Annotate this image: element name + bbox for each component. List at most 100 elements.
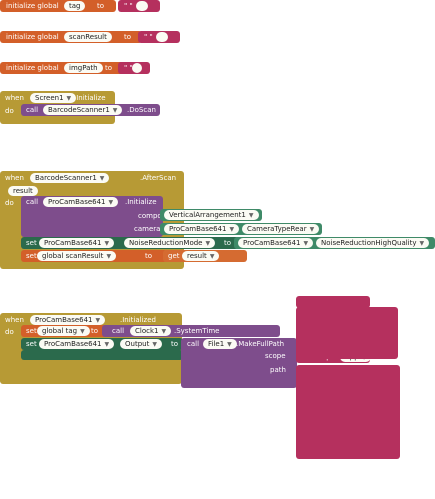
set-label: set bbox=[26, 340, 37, 348]
do-label: do bbox=[5, 199, 14, 207]
chevron-down-icon: ▼ bbox=[108, 199, 114, 206]
chevron-down-icon: ▼ bbox=[99, 175, 105, 182]
chevron-down-icon: ▼ bbox=[161, 328, 167, 335]
call-initialize-block[interactable]: call ProCamBase641 ▼ .Initialize componen… bbox=[21, 196, 178, 237]
set-noise-reduction-block[interactable]: set ProCamBase641 ▼ NoiseReductionMode ▼ t… bbox=[21, 237, 239, 249]
chevron-down-icon: ▼ bbox=[66, 95, 72, 102]
chevron-down-icon: ▼ bbox=[80, 328, 85, 335]
event-name: .Initialize bbox=[74, 94, 106, 102]
call-label: call bbox=[112, 327, 125, 335]
property-dropdown[interactable]: NoiseReductionHighQuality ▼ bbox=[316, 238, 430, 248]
variable-dropdown[interactable]: result ▼ bbox=[182, 251, 220, 261]
do-label: do bbox=[5, 328, 14, 336]
set-output-block[interactable]: set ProCamBase641 ▼ Output ▼ to bbox=[21, 338, 183, 350]
text-value: " " bbox=[144, 33, 153, 41]
global-name-field[interactable]: imgPath bbox=[64, 63, 103, 73]
component-dropdown[interactable]: Clock1 ▼ bbox=[130, 326, 172, 336]
method-name: .Initialize bbox=[125, 198, 157, 206]
text-input[interactable] bbox=[132, 63, 142, 73]
call-systemtime-block[interactable]: call Clock1 ▼ .SystemTime bbox=[102, 325, 280, 337]
chevron-down-icon: ▼ bbox=[229, 226, 235, 233]
property-dropdown[interactable]: Output ▼ bbox=[120, 339, 162, 349]
camera-type-block[interactable]: ProCamBase641 ▼ CameraTypeRear ▼ bbox=[160, 223, 322, 235]
global-init-imgpath-block[interactable]: initialize global imgPath to bbox=[0, 62, 124, 74]
call-makefullpath-block[interactable]: call File1 ▼ .MakeFullPath scope path bbox=[181, 338, 297, 388]
chevron-down-icon: ▼ bbox=[303, 240, 309, 247]
chevron-down-icon: ▼ bbox=[419, 240, 425, 247]
to-label: to bbox=[105, 64, 113, 72]
set-label: set bbox=[26, 252, 37, 260]
chevron-down-icon: ▼ bbox=[152, 341, 157, 348]
global-init-tag-block[interactable]: initialize global tag to bbox=[0, 0, 116, 12]
component-dropdown[interactable]: ProCamBase641 ▼ bbox=[43, 197, 119, 207]
event-name: .Initialized bbox=[120, 316, 156, 324]
set-label: set bbox=[26, 239, 37, 247]
arg-label: path bbox=[270, 366, 286, 374]
get-label: get bbox=[168, 252, 180, 260]
call-label: call bbox=[26, 106, 39, 114]
to-label: to bbox=[171, 340, 179, 348]
component-dropdown[interactable]: VerticalArrangement1 ▼ bbox=[164, 210, 259, 220]
empty-text-block[interactable]: " " bbox=[138, 31, 180, 43]
when-label: when bbox=[5, 316, 24, 324]
global-name-field[interactable]: tag bbox=[64, 1, 86, 11]
global-name-field[interactable]: scanResult bbox=[64, 32, 112, 42]
component-dropdown[interactable]: ProCamBase641 ▼ bbox=[238, 238, 314, 248]
event-name: .AfterScan bbox=[140, 174, 177, 182]
chevron-down-icon: ▼ bbox=[106, 253, 112, 260]
to-label: to bbox=[91, 327, 99, 335]
method-name: .MakeFullPath bbox=[236, 340, 285, 348]
to-label: to bbox=[124, 33, 132, 41]
chevron-down-icon: ▼ bbox=[104, 341, 110, 348]
component-dropdown[interactable]: Screen1 ▼ bbox=[30, 93, 77, 103]
global-init-label: initialize global bbox=[6, 2, 59, 10]
to-label: to bbox=[224, 239, 232, 247]
component-dropdown[interactable]: ProCamBase641 ▼ bbox=[30, 315, 106, 325]
text-value: " " bbox=[124, 2, 133, 10]
text-input[interactable] bbox=[136, 1, 148, 11]
chevron-down-icon: ▼ bbox=[112, 107, 118, 114]
to-label: to bbox=[145, 252, 153, 260]
method-name: .DoScan bbox=[127, 106, 156, 114]
component-value-block[interactable]: VerticalArrangement1 ▼ bbox=[160, 209, 262, 221]
set-output-body bbox=[21, 350, 183, 360]
join-text-block[interactable] bbox=[296, 307, 398, 359]
do-label: do bbox=[5, 107, 14, 115]
component-dropdown[interactable]: ProCamBase641 ▼ bbox=[39, 339, 115, 349]
method-name: .SystemTime bbox=[174, 327, 220, 335]
chevron-down-icon: ▼ bbox=[95, 317, 101, 324]
call-label: call bbox=[26, 198, 39, 206]
component-dropdown[interactable]: BarcodeScanner1 ▼ bbox=[43, 105, 123, 115]
to-label: to bbox=[97, 2, 105, 10]
get-result-block[interactable]: get result ▼ bbox=[163, 250, 247, 262]
component-dropdown[interactable]: File1 ▼ bbox=[203, 339, 237, 349]
chevron-down-icon: ▼ bbox=[248, 212, 254, 219]
variable-dropdown[interactable]: global scanResult ▼ bbox=[37, 251, 117, 261]
when-label: when bbox=[5, 174, 24, 182]
chevron-down-icon: ▼ bbox=[227, 341, 232, 348]
component-dropdown[interactable]: ProCamBase641 ▼ bbox=[39, 238, 115, 248]
arg-label: scope bbox=[265, 352, 286, 360]
call-label: call bbox=[187, 340, 200, 348]
set-global-scanresult-block[interactable]: set global scanResult ▼ to bbox=[21, 250, 167, 262]
global-init-label: initialize global bbox=[6, 64, 59, 72]
component-dropdown[interactable]: ProCamBase641 ▼ bbox=[164, 224, 240, 234]
chevron-down-icon: ▼ bbox=[205, 240, 211, 247]
text-input[interactable] bbox=[156, 32, 168, 42]
when-label: when bbox=[5, 94, 24, 102]
noise-reduction-value-block[interactable]: ProCamBase641 ▼ NoiseReductionHighQuality… bbox=[234, 237, 435, 249]
property-dropdown[interactable]: NoiseReductionMode ▼ bbox=[124, 238, 216, 248]
empty-text-block[interactable]: " " bbox=[118, 62, 150, 74]
event-param[interactable]: result bbox=[8, 186, 38, 196]
global-init-label: initialize global bbox=[6, 33, 59, 41]
empty-text-block[interactable]: " " bbox=[118, 0, 160, 12]
property-dropdown[interactable]: CameraTypeRear ▼ bbox=[242, 224, 320, 234]
join-block[interactable] bbox=[296, 365, 400, 459]
variable-dropdown[interactable]: global tag ▼ bbox=[37, 326, 90, 336]
call-doscan-block[interactable]: call BarcodeScanner1 ▼ .DoScan bbox=[21, 104, 160, 116]
chevron-down-icon: ▼ bbox=[309, 226, 315, 233]
global-init-scanresult-block[interactable]: initialize global scanResult to bbox=[0, 31, 142, 43]
chevron-down-icon: ▼ bbox=[104, 240, 110, 247]
component-dropdown[interactable]: BarcodeScanner1 ▼ bbox=[30, 173, 110, 183]
set-label: set bbox=[26, 327, 37, 335]
